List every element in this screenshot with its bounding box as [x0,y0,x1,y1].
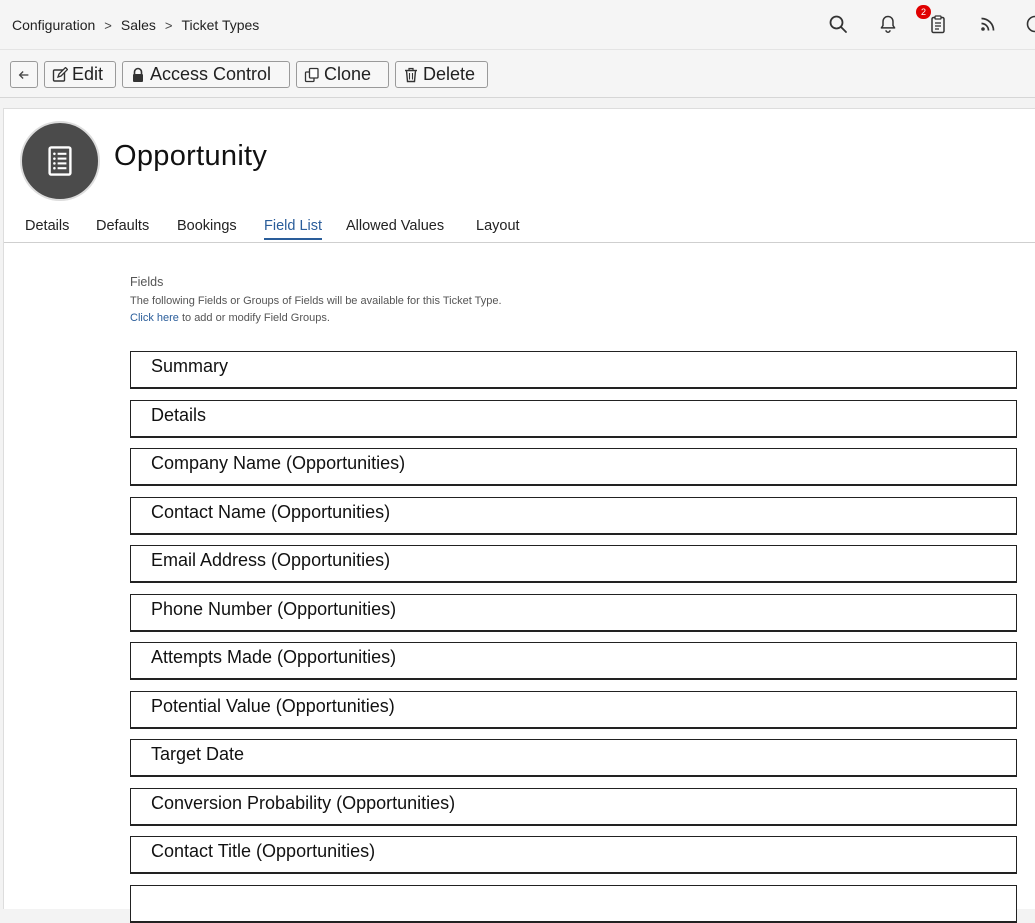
tab-defaults[interactable]: Defaults [96,218,149,238]
tab-details[interactable]: Details [25,218,69,238]
document-list-icon [44,145,76,177]
field-label: Target Date [151,744,244,765]
field-row[interactable]: Attempts Made (Opportunities) [130,642,1017,680]
action-toolbar: Edit Access Control Clone Delete [0,50,1035,98]
clone-icon [304,67,320,83]
field-row[interactable]: Conversion Probability (Opportunities) [130,788,1017,826]
record-card: Opportunity Details Defaults Bookings Fi… [3,108,1035,909]
bell-icon[interactable] [878,14,900,36]
access-control-button[interactable]: Access Control [122,61,290,88]
top-bar: Configuration > Sales > Ticket Types 2 [0,0,1035,50]
delete-label: Delete [423,64,475,85]
field-label: Details [151,405,206,426]
fields-heading: Fields [130,275,163,289]
field-row[interactable]: Phone Number (Opportunities) [130,594,1017,632]
lock-icon [130,67,146,83]
page-title: Opportunity [114,140,267,173]
tab-bookings[interactable]: Bookings [177,218,237,238]
tab-field-list[interactable]: Field List [264,218,322,240]
field-row[interactable]: Contact Name (Opportunities) [130,497,1017,535]
clone-button[interactable]: Clone [296,61,389,88]
field-groups-link[interactable]: Click here [130,312,179,324]
field-row[interactable]: Company Name (Opportunities) [130,448,1017,486]
rss-icon[interactable] [978,14,1000,36]
field-label: Summary [151,356,228,377]
task-count-badge: 2 [916,5,931,19]
edit-label: Edit [72,64,103,85]
delete-button[interactable]: Delete [395,61,488,88]
field-row[interactable]: Potential Value (Opportunities) [130,691,1017,729]
fields-link-line: Click here to add or modify Field Groups… [130,312,330,324]
field-row[interactable]: Email Address (Opportunities) [130,545,1017,583]
field-row[interactable] [130,885,1017,923]
field-label: Phone Number (Opportunities) [151,599,396,620]
clone-label: Clone [324,64,371,85]
clipboard-icon[interactable] [928,14,950,36]
field-label: Attempts Made (Opportunities) [151,647,396,668]
user-icon[interactable] [1025,14,1035,36]
edit-icon [52,67,68,83]
field-label: Company Name (Opportunities) [151,453,405,474]
tab-allowed-values[interactable]: Allowed Values [346,218,444,238]
field-groups-link-suffix: to add or modify Field Groups. [179,312,330,324]
fields-description: The following Fields or Groups of Fields… [130,295,502,307]
record-avatar [20,121,100,201]
access-control-label: Access Control [150,64,271,85]
tab-bar: Details Defaults Bookings Field List All… [4,216,1035,243]
field-row[interactable]: Contact Title (Opportunities) [130,836,1017,874]
tab-layout[interactable]: Layout [476,218,520,238]
arrow-left-icon [17,68,31,82]
edit-button[interactable]: Edit [44,61,116,88]
back-button[interactable] [10,61,38,88]
field-label: Email Address (Opportunities) [151,550,390,571]
field-label: Conversion Probability (Opportunities) [151,793,455,814]
field-row[interactable]: Summary [130,351,1017,389]
search-icon[interactable] [828,14,850,36]
field-row[interactable]: Target Date [130,739,1017,777]
field-label: Potential Value (Opportunities) [151,696,395,717]
trash-icon [403,67,419,83]
field-label: Contact Title (Opportunities) [151,841,375,862]
field-label: Contact Name (Opportunities) [151,502,390,523]
field-row[interactable]: Details [130,400,1017,438]
